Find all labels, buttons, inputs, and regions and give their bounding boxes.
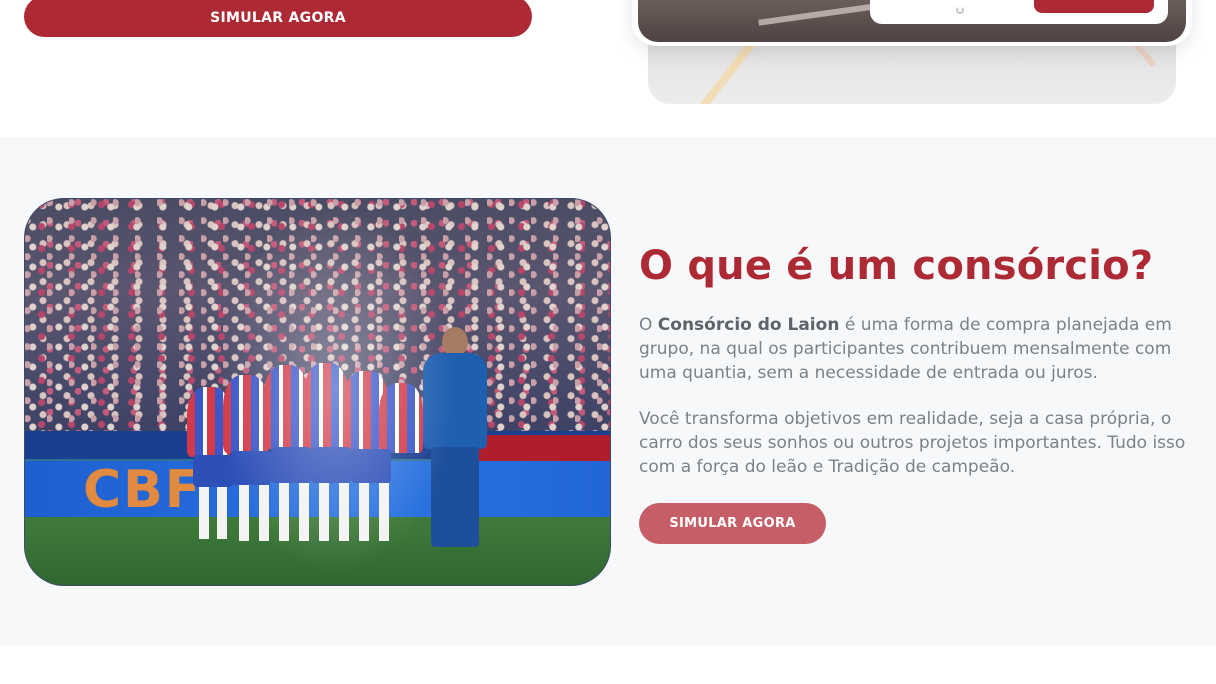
section-title: O que é um consórcio? <box>639 243 1154 289</box>
page: SIMULAR AGORA CBF O que é um consórcio? … <box>0 0 1216 684</box>
simulate-now-button-top[interactable]: SIMULAR AGORA <box>24 0 532 37</box>
what-is-consorcio-section: CBF O que é um consórcio? O Consórcio do… <box>0 137 1216 645</box>
light-haze <box>205 199 465 585</box>
road-marking <box>688 40 756 104</box>
hero-card-panel <box>870 0 1168 24</box>
intro-paragraph: O Consórcio do Laion é uma forma de comp… <box>639 313 1199 385</box>
hero-card <box>632 0 1192 46</box>
intro-prefix: O <box>639 315 658 335</box>
hero-card-button[interactable] <box>1034 0 1154 13</box>
brand-name: Consórcio do Laion <box>657 315 840 335</box>
simulate-now-button[interactable]: SIMULAR AGORA <box>639 503 826 544</box>
team-huddle-photo: CBF <box>24 198 611 586</box>
ad-board-text: CBF <box>83 460 203 520</box>
loading-icon <box>956 6 964 14</box>
benefits-paragraph: Você transforma objetivos em realidade, … <box>639 409 1186 477</box>
previous-section: SIMULAR AGORA <box>0 0 1216 137</box>
